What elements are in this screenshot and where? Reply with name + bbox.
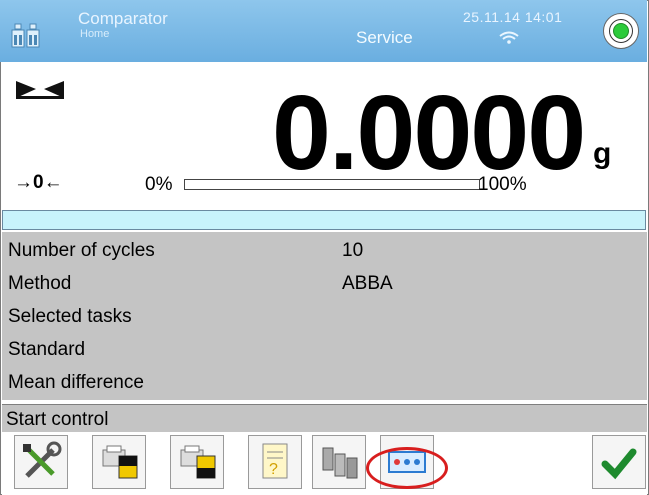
weight-value: 0.0000: [272, 74, 586, 192]
info-strip: [2, 210, 646, 230]
app-subtitle: Home: [80, 28, 110, 40]
zero-indicator: →0←: [14, 172, 63, 193]
load-bar: [184, 179, 480, 190]
print-header-icon: [102, 445, 138, 479]
weight-unit[interactable]: g: [593, 137, 611, 171]
bar-min-label: 0%: [145, 174, 173, 195]
status-indicator-icon[interactable]: [603, 13, 639, 49]
weights-icon: [322, 447, 358, 479]
settings-button[interactable]: [14, 435, 68, 489]
row-value-cycles: 10: [342, 240, 364, 261]
confirm-button[interactable]: [592, 435, 646, 489]
top-bar: Comparator Home Service 25.11.14 14:01: [0, 0, 647, 62]
highlight-ellipse: [366, 447, 448, 489]
info-panel: Number of cycles 10 Method ABBA Selected…: [2, 232, 647, 400]
mode-label: Service: [356, 28, 413, 47]
row-label-method: Method: [8, 273, 72, 294]
weights-button[interactable]: [312, 435, 366, 489]
app-title: Comparator: [78, 9, 168, 28]
datetime: 25.11.14 14:01: [463, 9, 563, 25]
status-dot: [613, 23, 629, 39]
svg-text:?: ?: [269, 461, 278, 478]
row-label-standard: Standard: [8, 339, 86, 360]
start-control-button[interactable]: Start control: [2, 404, 647, 432]
bar-max-label: 100%: [478, 174, 527, 195]
report-button[interactable]: ?: [248, 435, 302, 489]
row-label-selected-tasks: Selected tasks: [8, 306, 132, 327]
start-control-label: Start control: [6, 409, 109, 430]
confirm-icon: [601, 448, 637, 480]
report-icon: ?: [262, 443, 288, 479]
print-footer-icon: [180, 445, 216, 479]
print-header-button[interactable]: [92, 435, 146, 489]
row-label-cycles: Number of cycles: [8, 240, 155, 261]
scale-app-icon: [11, 23, 40, 48]
bottom-toolbar: ?: [2, 433, 647, 495]
stability-indicator-icon: [16, 81, 64, 99]
print-footer-button[interactable]: [170, 435, 224, 489]
settings-icon: [23, 441, 62, 478]
wifi-icon: [499, 31, 519, 44]
row-value-method: ABBA: [342, 273, 393, 294]
row-label-mean-difference: Mean difference: [8, 372, 144, 393]
